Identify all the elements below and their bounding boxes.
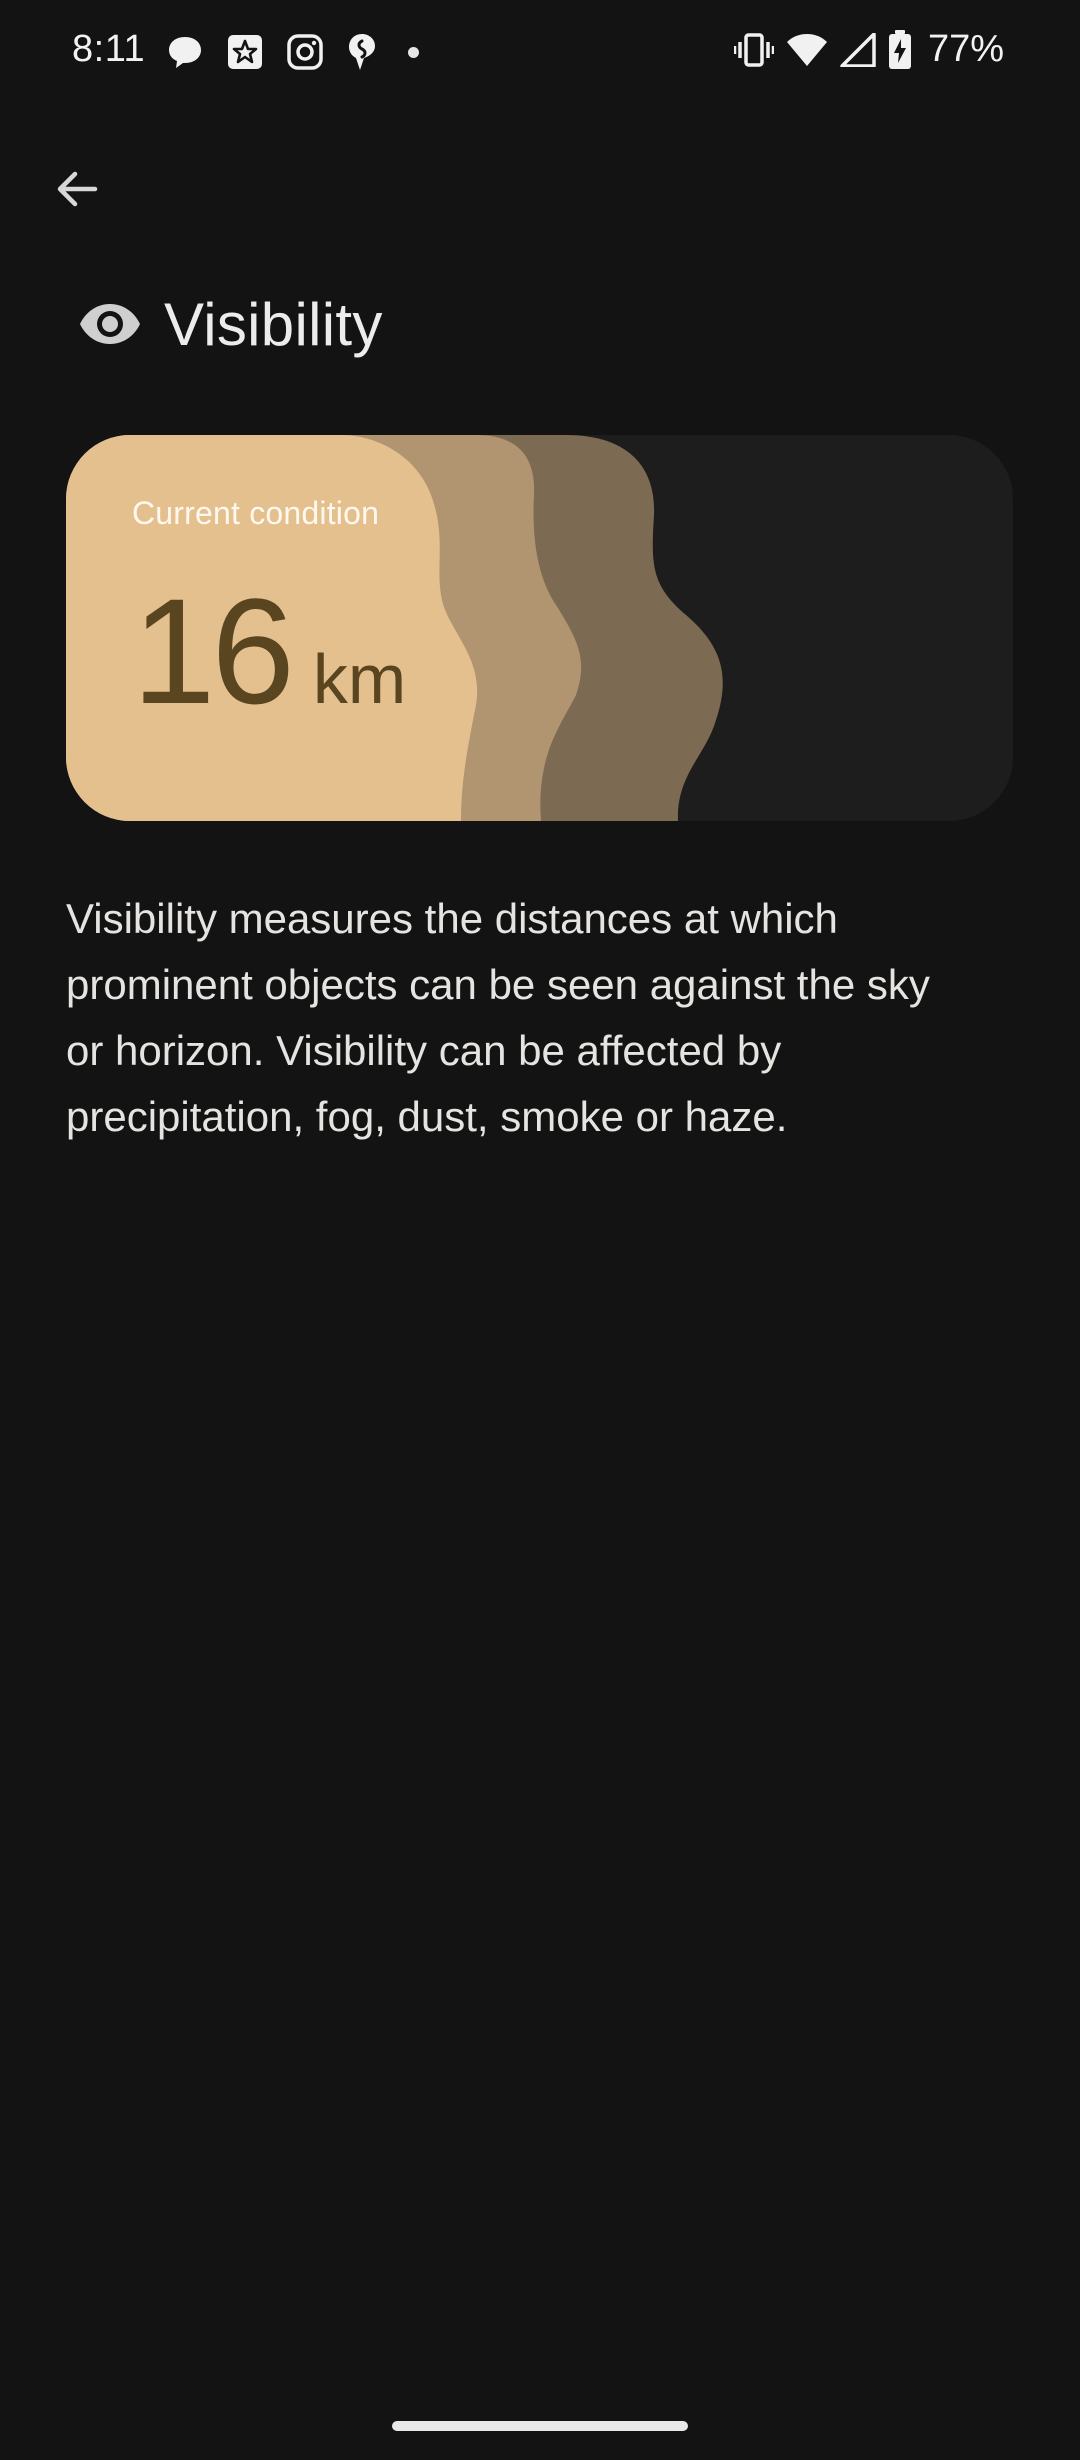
battery-percentage: 77% [927,28,1004,70]
back-button[interactable] [42,154,112,224]
shazam-icon [349,34,375,70]
vibrate-icon [733,32,774,67]
visibility-description: Visibility measures the distances at whi… [66,895,930,1140]
instagram-icon [287,34,323,70]
system-icons: 77% [733,28,1004,71]
visibility-unit: km [312,640,407,718]
gesture-navigation-bar[interactable] [392,2421,688,2431]
arrow-back-icon [57,171,98,207]
wifi-icon [786,33,827,66]
page-header: Visibility [78,284,383,364]
current-condition-card: Current condition 16 km [66,435,1013,821]
visibility-value: 16 km [132,565,406,738]
status-bar: 8:11 77% [0,0,1080,104]
star-badge-icon [228,35,262,69]
page-title: Visibility [164,290,383,358]
notification-icons [166,32,419,72]
cell-signal-icon [840,32,876,67]
eye-icon [78,292,142,356]
battery-charging-icon [888,29,911,69]
visibility-number: 16 [132,567,295,735]
notification-dot-icon [408,46,419,58]
status-time: 8:11 [72,28,146,70]
chat-bubble-icon [169,37,201,68]
current-condition-label: Current condition [132,495,380,531]
